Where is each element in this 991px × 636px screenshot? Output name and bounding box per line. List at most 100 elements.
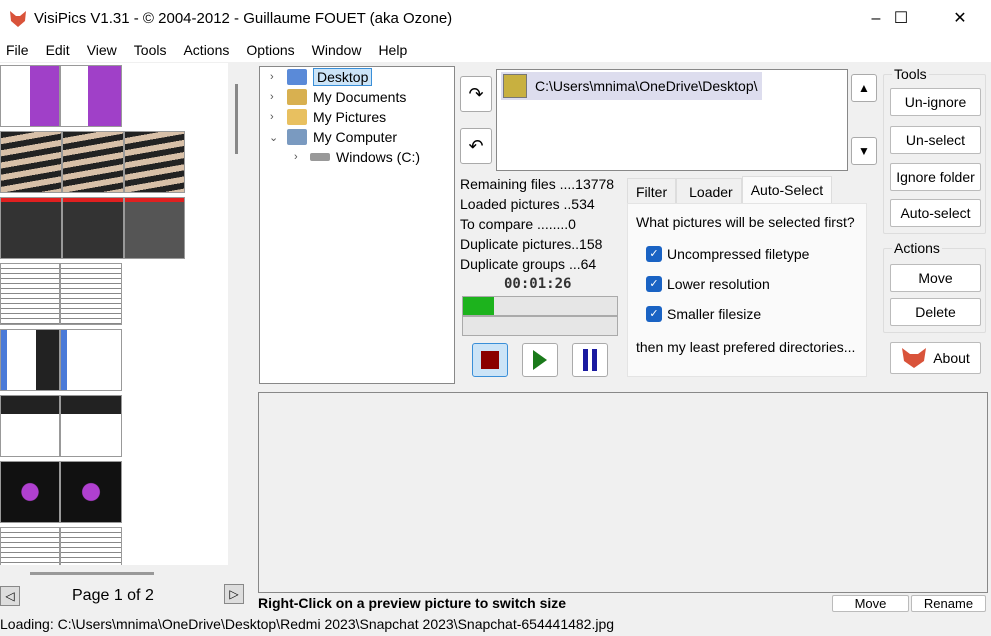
drive-icon xyxy=(310,153,330,161)
page-indicator: Page 1 of 2 xyxy=(72,587,154,604)
menu-help[interactable]: Help xyxy=(378,38,407,62)
tools-group-title: Tools xyxy=(892,66,929,82)
checkmark-icon: ✓ xyxy=(646,306,662,322)
fox-logo-icon xyxy=(8,9,28,29)
thumbnail[interactable] xyxy=(0,461,60,523)
checkmark-icon: ✓ xyxy=(646,246,662,262)
thumbnail[interactable] xyxy=(0,329,60,391)
menu-window[interactable]: Window xyxy=(312,38,362,62)
menu-view[interactable]: View xyxy=(87,38,117,62)
actions-group-title: Actions xyxy=(892,240,942,256)
menu-edit[interactable]: Edit xyxy=(46,38,70,62)
un-select-button[interactable]: Un-select xyxy=(890,126,981,154)
tree-item-desktop[interactable]: Desktop xyxy=(287,67,373,87)
priority-down-button[interactable]: ▼ xyxy=(851,137,877,165)
folder-list-item[interactable]: C:\Users\mnima\OneDrive\Desktop\ xyxy=(501,72,762,100)
horizontal-scrollbar[interactable] xyxy=(30,572,154,575)
auto-select-button[interactable]: Auto-select xyxy=(890,199,981,227)
thumbnail[interactable] xyxy=(0,65,60,127)
folder-tree-icon xyxy=(503,74,527,98)
stop-icon xyxy=(481,351,499,369)
to-compare: To compare ........0 xyxy=(460,216,576,232)
stop-button[interactable] xyxy=(472,343,508,377)
tree-item-my-pictures[interactable]: My Pictures xyxy=(287,107,386,127)
tree-item-windows-c[interactable]: Windows (C:) xyxy=(310,147,420,167)
thumbnail[interactable] xyxy=(124,131,185,193)
thumbnail[interactable] xyxy=(0,131,62,193)
scrollbar-thumb[interactable] xyxy=(235,84,238,154)
thumbnail[interactable] xyxy=(60,461,122,523)
thumbnail[interactable] xyxy=(124,197,185,259)
expand-icon[interactable]: › xyxy=(294,151,298,163)
title-bar: VisiPics V1.31 - © 2004-2012 - Guillaume… xyxy=(0,0,991,38)
prev-page-icon[interactable]: ◁ xyxy=(0,586,20,606)
thumbnail-panel[interactable] xyxy=(0,63,228,565)
ignore-folder-button[interactable]: Ignore folder xyxy=(890,163,981,191)
thumbnail[interactable] xyxy=(62,131,124,193)
thumbnail[interactable] xyxy=(60,263,122,325)
thumbnail[interactable] xyxy=(0,527,60,565)
collapse-icon[interactable]: ⌄ xyxy=(269,131,278,144)
menu-actions[interactable]: Actions xyxy=(183,38,229,62)
compare-progress-bar xyxy=(462,316,618,336)
add-folder-button[interactable]: ↷ xyxy=(460,76,492,112)
maximize-button[interactable]: ☐ xyxy=(878,0,924,38)
status-bar: Loading: C:\Users\mnima\OneDrive\Desktop… xyxy=(0,616,615,632)
loaded-pictures: Loaded pictures ..534 xyxy=(460,196,595,212)
pause-button[interactable] xyxy=(572,343,608,377)
expand-icon[interactable]: › xyxy=(270,91,274,103)
menu-file[interactable]: File xyxy=(6,38,29,62)
tree-item-my-documents[interactable]: My Documents xyxy=(287,87,406,107)
checkmark-icon: ✓ xyxy=(646,276,662,292)
tab-filter[interactable]: Filter xyxy=(627,178,677,204)
smaller-filesize-checkbox[interactable]: ✓ Smaller filesize xyxy=(646,306,761,322)
auto-select-question: What pictures will be selected first? xyxy=(636,214,855,230)
thumbnail[interactable] xyxy=(60,329,122,391)
delete-button[interactable]: Delete xyxy=(890,298,981,326)
move-button[interactable]: Move xyxy=(890,264,981,292)
pause-icon xyxy=(583,349,597,371)
play-icon xyxy=(533,350,547,370)
folder-list[interactable]: C:\Users\mnima\OneDrive\Desktop\ xyxy=(496,69,848,171)
duplicate-pictures: Duplicate pictures..158 xyxy=(460,236,603,252)
auto-select-panel: What pictures will be selected first? ✓ U… xyxy=(627,203,867,377)
thumbnail[interactable] xyxy=(62,197,124,259)
fox-icon xyxy=(902,348,927,368)
preview-move-button[interactable]: Move xyxy=(832,595,909,612)
thumbnail[interactable] xyxy=(0,395,60,457)
menu-bar: File Edit View Tools Actions Options Win… xyxy=(0,38,991,62)
thumbnail[interactable] xyxy=(60,527,122,565)
menu-tools[interactable]: Tools xyxy=(134,38,167,62)
documents-folder-icon xyxy=(287,89,307,105)
uncompressed-filetype-checkbox[interactable]: ✓ Uncompressed filetype xyxy=(646,246,809,262)
elapsed-timer: 00:01:26 xyxy=(504,276,572,292)
about-button[interactable]: About xyxy=(890,342,981,374)
remove-folder-button[interactable]: ↶ xyxy=(460,128,492,164)
close-button[interactable]: ✕ xyxy=(937,0,983,38)
folder-tree[interactable]: › Desktop › My Documents › My Pictures ⌄… xyxy=(259,66,455,384)
pictures-folder-icon xyxy=(287,109,307,125)
next-page-icon[interactable]: ▷ xyxy=(224,584,244,604)
play-button[interactable] xyxy=(522,343,558,377)
tree-item-my-computer[interactable]: My Computer xyxy=(287,127,397,147)
menu-options[interactable]: Options xyxy=(246,38,294,62)
thumbnail[interactable] xyxy=(60,395,122,457)
thumbnail[interactable] xyxy=(0,263,60,325)
preview-hint: Right-Click on a preview picture to swit… xyxy=(258,595,567,611)
desktop-icon xyxy=(287,69,307,85)
window-title: VisiPics V1.31 - © 2004-2012 - Guillaume… xyxy=(34,10,453,27)
progress-fill xyxy=(463,297,494,315)
priority-up-button[interactable]: ▲ xyxy=(851,74,877,102)
preview-panel[interactable] xyxy=(258,392,988,593)
lower-resolution-checkbox[interactable]: ✓ Lower resolution xyxy=(646,276,770,292)
tab-loader[interactable]: Loader xyxy=(676,178,742,204)
thumbnail[interactable] xyxy=(60,65,122,127)
least-preferred-directories-text: then my least prefered directories... xyxy=(636,339,856,355)
un-ignore-button[interactable]: Un-ignore xyxy=(890,88,981,116)
tab-auto-select[interactable]: Auto-Select xyxy=(741,176,833,204)
thumbnail[interactable] xyxy=(0,197,62,259)
tab-bar: Filter Loader Auto-Select xyxy=(627,176,833,204)
preview-rename-button[interactable]: Rename xyxy=(911,595,986,612)
expand-icon[interactable]: › xyxy=(270,71,274,83)
expand-icon[interactable]: › xyxy=(270,111,274,123)
